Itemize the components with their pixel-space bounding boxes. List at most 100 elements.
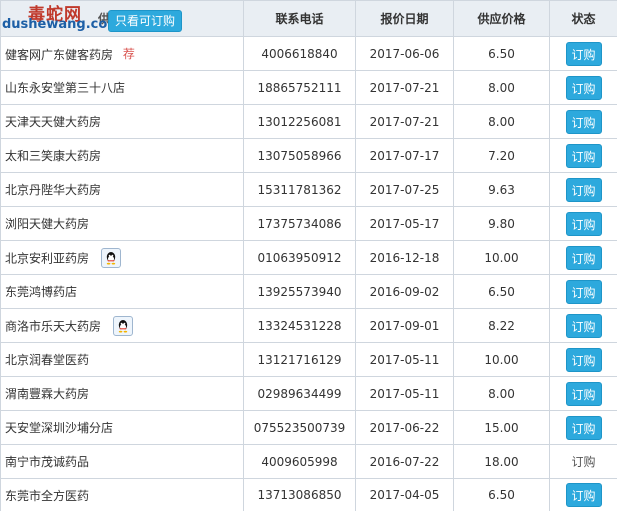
phone-cell: 18865752111 xyxy=(243,70,356,105)
phone-cell: 13012256081 xyxy=(243,104,356,139)
order-button[interactable]: 订购 xyxy=(565,41,602,66)
order-button[interactable]: 订购 xyxy=(565,177,602,202)
table-row: 浏阳天健大药房 17375734086 2017-05-17 9.80 订购 xyxy=(0,206,617,241)
phone-cell: 15311781362 xyxy=(243,172,356,207)
store-cell: 北京润春堂医药 xyxy=(0,342,244,377)
price-cell: 6.50 xyxy=(453,274,550,309)
price-cell: 7.20 xyxy=(453,138,550,173)
phone-number: 13324531228 xyxy=(257,318,342,333)
table-row: 商洛市乐天大药房 13324531228 2017-09-01 8.22 订购 xyxy=(0,308,617,343)
supply-price: 6.50 xyxy=(488,284,515,299)
qq-chat-icon[interactable] xyxy=(112,315,133,336)
quote-date: 2017-06-06 xyxy=(369,46,440,61)
quote-date: 2017-05-17 xyxy=(369,216,440,231)
store-name[interactable]: 北京安利亚药房 xyxy=(5,251,89,265)
phone-cell: 13121716129 xyxy=(243,342,356,377)
store-name[interactable]: 北京润春堂医药 xyxy=(5,353,89,367)
order-button[interactable]: 订购 xyxy=(565,75,602,100)
order-button[interactable]: 订购 xyxy=(565,313,602,338)
table-row: 天津天天健大药房 13012256081 2017-07-21 8.00 订购 xyxy=(0,104,617,139)
store-cell: 健客网广东健客药房 荐 xyxy=(0,36,244,71)
qq-chat-icon[interactable] xyxy=(100,247,121,268)
date-cell: 2017-07-21 xyxy=(355,104,454,139)
quote-date: 2017-05-11 xyxy=(369,352,440,367)
phone-cell: 01063950912 xyxy=(243,240,356,275)
supply-price: 10.00 xyxy=(484,250,519,265)
store-name[interactable]: 渭南豐霖大药房 xyxy=(5,387,89,401)
store-cell: 渭南豐霖大药房 xyxy=(0,376,244,411)
store-cell: 山东永安堂第三十八店 xyxy=(0,70,244,105)
orderable-only-filter-button[interactable]: 只看可订购 xyxy=(108,10,182,32)
order-button[interactable]: 订购 xyxy=(565,483,602,507)
phone-number: 01063950912 xyxy=(257,250,342,265)
date-cell: 2017-06-06 xyxy=(355,36,454,71)
price-cell: 9.80 xyxy=(453,206,550,241)
supply-price: 7.20 xyxy=(488,148,515,163)
store-name[interactable]: 商洛市乐天大药房 xyxy=(5,319,101,333)
quote-date: 2017-06-22 xyxy=(369,420,440,435)
store-name[interactable]: 天安堂深圳沙埔分店 xyxy=(5,421,113,435)
store-name[interactable]: 北京丹陛华大药房 xyxy=(5,183,101,197)
date-cell: 2016-07-22 xyxy=(355,444,454,479)
order-button[interactable]: 订购 xyxy=(565,279,602,304)
phone-number: 13075058966 xyxy=(257,148,342,163)
date-cell: 2017-06-22 xyxy=(355,410,454,445)
supply-price: 8.00 xyxy=(488,114,515,129)
store-name[interactable]: 东莞市全方医药 xyxy=(5,489,89,503)
status-cell: 订购 xyxy=(549,274,617,309)
store-name[interactable]: 东莞鸿博药店 xyxy=(5,285,77,299)
order-button[interactable]: 订购 xyxy=(565,211,602,236)
order-button[interactable]: 订购 xyxy=(565,415,602,440)
phone-number: 15311781362 xyxy=(257,182,342,197)
table-body: 健客网广东健客药房 荐 4006618840 2017-06-06 6.50 订… xyxy=(0,36,617,511)
quote-date: 2017-07-21 xyxy=(369,114,440,129)
store-cell: 北京丹陛华大药房 xyxy=(0,172,244,207)
date-cell: 2016-09-02 xyxy=(355,274,454,309)
order-button[interactable]: 订购 xyxy=(565,109,602,134)
store-name[interactable]: 太和三笑康大药房 xyxy=(5,149,101,163)
phone-cell: 02989634499 xyxy=(243,376,356,411)
column-header-phone: 联系电话 xyxy=(243,0,356,37)
quote-date: 2017-07-25 xyxy=(369,182,440,197)
quote-date: 2017-07-21 xyxy=(369,80,440,95)
order-button[interactable]: 订购 xyxy=(565,245,602,270)
phone-number: 17375734086 xyxy=(257,216,342,231)
price-cell: 15.00 xyxy=(453,410,550,445)
quote-date: 2017-04-05 xyxy=(369,488,440,502)
store-name[interactable]: 天津天天健大药房 xyxy=(5,115,101,129)
store-cell: 天津天天健大药房 xyxy=(0,104,244,139)
phone-number: 13713086850 xyxy=(257,488,342,502)
phone-number: 075523500739 xyxy=(253,420,346,435)
order-button[interactable]: 订购 xyxy=(565,381,602,406)
order-button[interactable]: 订购 xyxy=(565,347,602,372)
order-disabled-label: 订购 xyxy=(571,455,596,469)
table-row: 天安堂深圳沙埔分店 075523500739 2017-06-22 15.00 … xyxy=(0,410,617,445)
supplier-price-table: 供应商家 联系电话 报价日期 供应价格 状态 健客网广东健客药房 荐 40066… xyxy=(0,0,617,511)
store-cell: 浏阳天健大药房 xyxy=(0,206,244,241)
supply-price: 8.00 xyxy=(488,80,515,95)
status-cell: 订购 xyxy=(549,104,617,139)
phone-cell: 13713086850 xyxy=(243,478,356,511)
price-cell: 10.00 xyxy=(453,342,550,377)
phone-number: 4006618840 xyxy=(261,46,338,61)
store-name[interactable]: 山东永安堂第三十八店 xyxy=(5,81,125,95)
date-cell: 2017-05-11 xyxy=(355,376,454,411)
table-row: 北京润春堂医药 13121716129 2017-05-11 10.00 订购 xyxy=(0,342,617,377)
price-cell: 10.00 xyxy=(453,240,550,275)
price-cell: 18.00 xyxy=(453,444,550,479)
price-cell: 6.50 xyxy=(453,36,550,71)
table-row: 东莞市全方医药 13713086850 2017-04-05 6.50 订购 xyxy=(0,478,617,511)
status-cell: 订购 xyxy=(549,308,617,343)
store-name[interactable]: 健客网广东健客药房 xyxy=(5,48,113,62)
price-cell: 8.22 xyxy=(453,308,550,343)
store-cell: 东莞鸿博药店 xyxy=(0,274,244,309)
status-cell: 订购 xyxy=(549,478,617,511)
table-row: 南宁市茂诚药品 4009605998 2016-07-22 18.00 订购 xyxy=(0,444,617,479)
phone-cell: 17375734086 xyxy=(243,206,356,241)
price-cell: 8.00 xyxy=(453,104,550,139)
store-name[interactable]: 南宁市茂诚药品 xyxy=(5,455,89,469)
order-button[interactable]: 订购 xyxy=(565,143,602,168)
store-cell: 东莞市全方医药 xyxy=(0,478,244,511)
store-name[interactable]: 浏阳天健大药房 xyxy=(5,217,89,231)
store-cell: 太和三笑康大药房 xyxy=(0,138,244,173)
